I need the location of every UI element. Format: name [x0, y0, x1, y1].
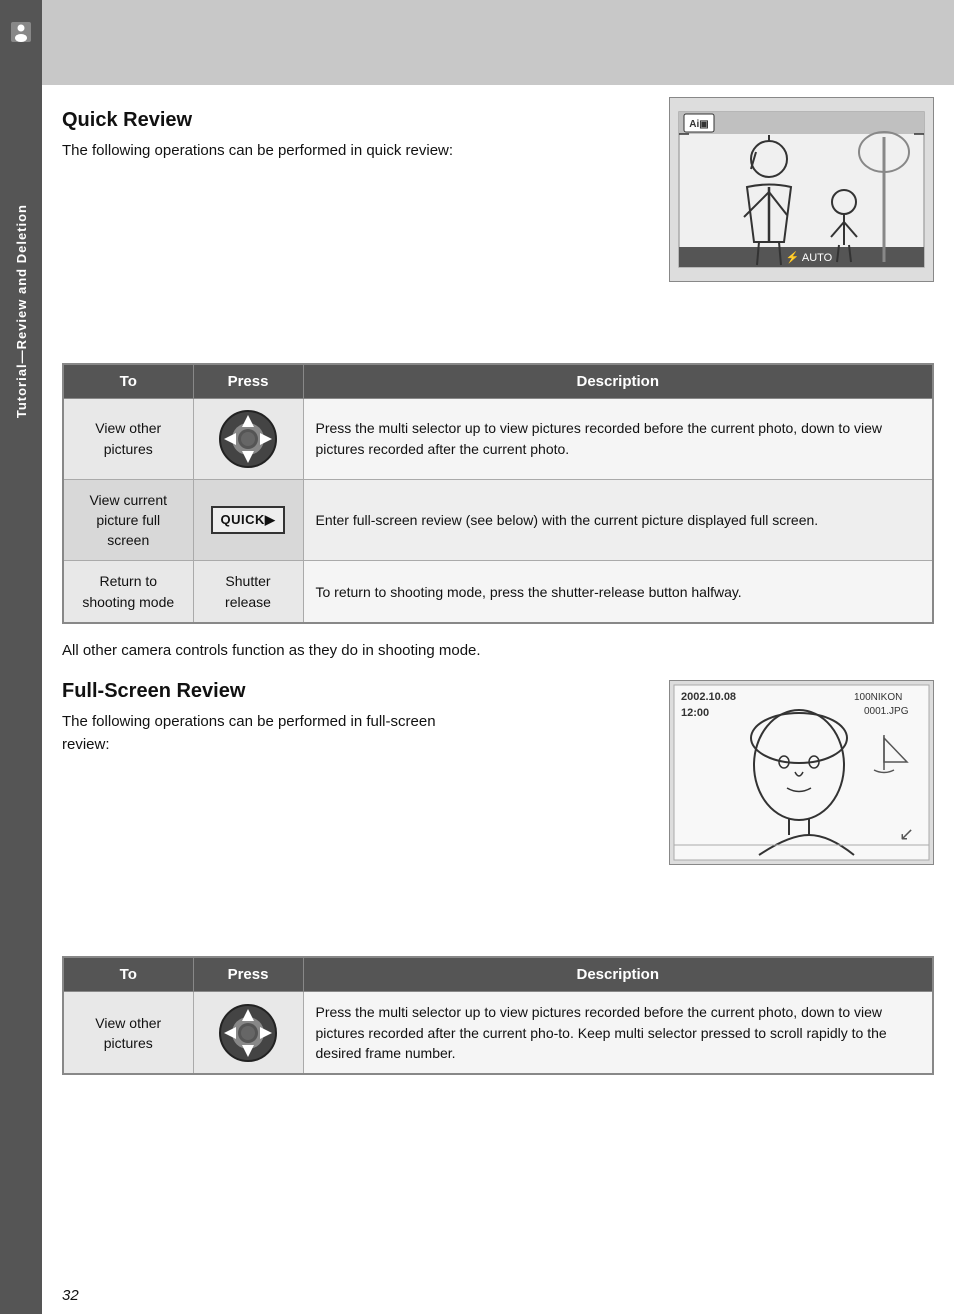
- table-row: View other pictures: [63, 398, 933, 479]
- main-content: Quick Review The following operations ca…: [62, 85, 934, 1294]
- row2-to: View current picture full screen: [63, 479, 193, 561]
- svg-text:↙: ↙: [899, 824, 914, 844]
- quick-review-intro: The following operations can be performe…: [62, 140, 482, 163]
- table2-header-press: Press: [193, 957, 303, 992]
- fullscreen-review-intro: The following operations can be performe…: [62, 711, 482, 756]
- fullscreen-table-container: To Press Description View other pictures: [62, 956, 934, 1075]
- quick-review-table-container: To Press Description View other pictures: [62, 363, 934, 624]
- fullscreen-header: Full-Screen Review The following operati…: [62, 680, 934, 756]
- row1-desc: Press the multi selector up to view pict…: [303, 398, 933, 479]
- svg-text:Ai▣: Ai▣: [689, 119, 708, 130]
- fs-row1-to: View other pictures: [63, 992, 193, 1074]
- table1-header-to: To: [63, 364, 193, 399]
- quick-review-table: To Press Description View other pictures: [62, 363, 934, 624]
- fs-row1-press: [193, 992, 303, 1074]
- row3-press: Shutter release: [193, 561, 303, 623]
- fullscreen-review-table: To Press Description View other pictures: [62, 956, 934, 1075]
- page-number: 32: [62, 1287, 79, 1304]
- full-screen-review-section: Full-Screen Review The following operati…: [62, 680, 934, 1075]
- table-row: View current picture full screen QUICK▶ …: [63, 479, 933, 561]
- multi-selector-icon-2: [218, 1003, 278, 1063]
- top-bar: [42, 0, 954, 85]
- row3-to: Return to shooting mode: [63, 561, 193, 623]
- quick-review-section: Quick Review The following operations ca…: [62, 85, 934, 662]
- table1-header-press: Press: [193, 364, 303, 399]
- row2-desc: Enter full-screen review (see below) wit…: [303, 479, 933, 561]
- fs-row1-desc: Press the multi selector up to view pict…: [303, 992, 933, 1074]
- multi-selector-icon: [218, 409, 278, 469]
- svg-text:⚡ AUTO: ⚡ AUTO: [786, 251, 833, 264]
- quick-button: QUICK▶: [211, 506, 286, 535]
- svg-text:0001.JPG: 0001.JPG: [864, 706, 909, 717]
- camera-illustration-2: 2002.10.08 12:00 100NIKON 0001.JPG: [669, 680, 934, 865]
- quick-review-intro-block: The following operations can be performe…: [62, 140, 482, 163]
- table-row: View other pictures: [63, 992, 933, 1074]
- sidebar: Tutorial—Review and Deletion: [0, 0, 42, 1314]
- svg-text:100NIKON: 100NIKON: [854, 692, 902, 703]
- table-row: Return to shooting mode Shutter release …: [63, 561, 933, 623]
- table2-header-to: To: [63, 957, 193, 992]
- row3-desc: To return to shooting mode, press the sh…: [303, 561, 933, 623]
- camera-illustration-1: Ai▣ ⚡ AUTO: [669, 97, 934, 282]
- sidebar-label: Tutorial—Review and Deletion: [14, 204, 29, 418]
- between-sections-text: All other camera controls function as th…: [62, 640, 934, 663]
- table1-header-desc: Description: [303, 364, 933, 399]
- svg-text:2002.10.08: 2002.10.08: [681, 691, 736, 703]
- fullscreen-review-intro-block: The following operations can be performe…: [62, 711, 482, 756]
- row1-press: [193, 398, 303, 479]
- person-icon: [9, 20, 33, 44]
- table2-header-desc: Description: [303, 957, 933, 992]
- svg-text:12:00: 12:00: [681, 707, 709, 719]
- row2-press: QUICK▶: [193, 479, 303, 561]
- row1-to: View other pictures: [63, 398, 193, 479]
